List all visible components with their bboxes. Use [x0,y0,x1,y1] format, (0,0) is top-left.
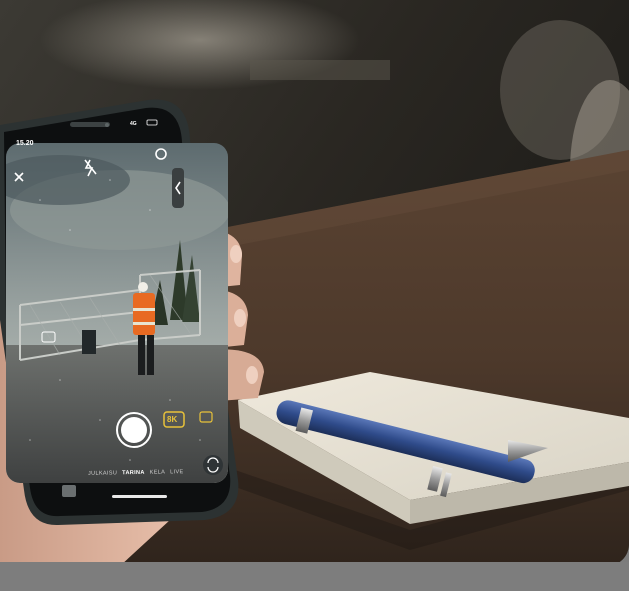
quality-badge-label: 8K [167,415,178,424]
mode-kela[interactable]: KELA [150,469,166,475]
background-photo: 15.20 4G 8K JULKAISU TARINA KELA LIVE [0,0,629,566]
photo-scene: 15.20 4G 8K JULKAISU TARINA KELA LIVE [0,0,629,591]
scene-svg [0,0,629,566]
mode-live[interactable]: LIVE [170,469,183,475]
status-time: 15.20 [16,140,34,147]
mode-tarina[interactable]: TARINA [122,470,145,476]
camera-viewfinder [6,143,228,483]
home-indicator [112,495,167,498]
mode-julkaisu[interactable]: JULKAISU [88,470,117,477]
side-panel-handle[interactable] [172,168,184,208]
bottom-bar [0,562,629,591]
shutter-button[interactable] [121,417,147,443]
gallery-icon[interactable] [62,485,76,497]
status-signal: 4G [130,121,137,127]
